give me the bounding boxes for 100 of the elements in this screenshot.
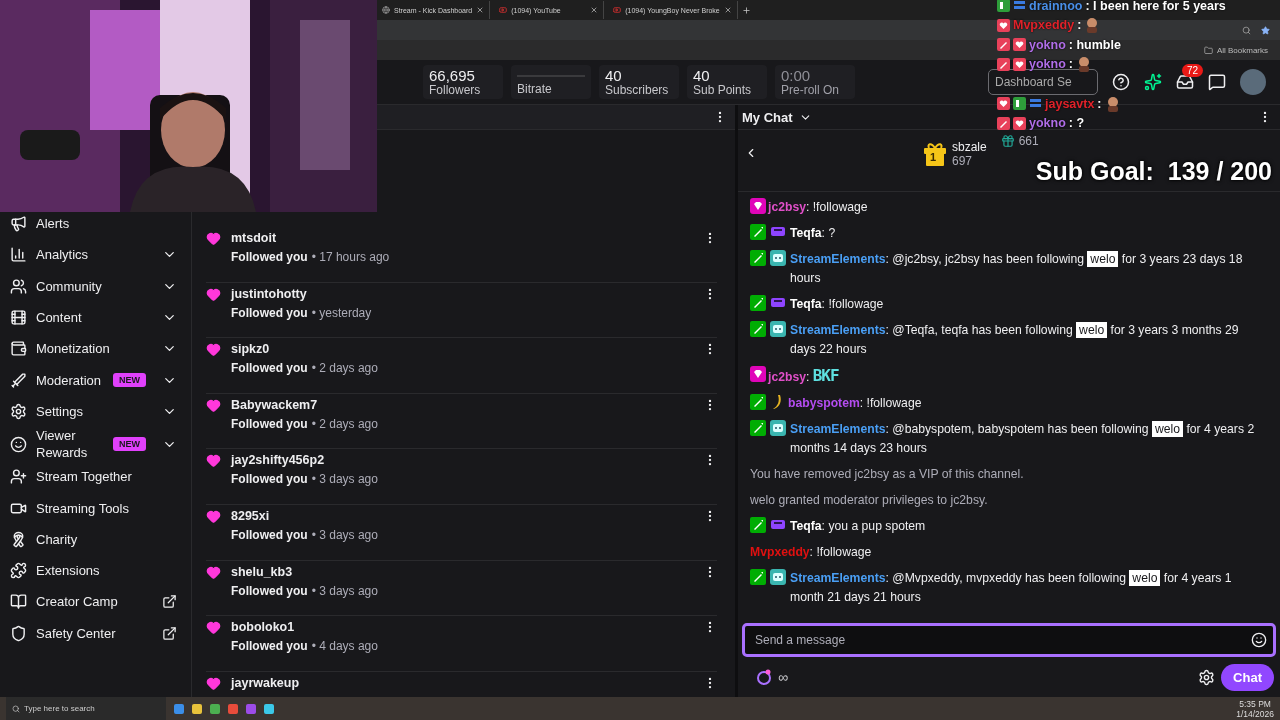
overlay-message: :	[1097, 96, 1102, 111]
stat-label: Bitrate	[517, 81, 553, 96]
close-icon[interactable]	[476, 6, 485, 14]
chat-title[interactable]: My Chat	[742, 109, 793, 125]
heart-icon	[206, 231, 221, 246]
overlay-message: : ?	[1068, 116, 1085, 130]
inbox-icon[interactable]	[1176, 73, 1194, 91]
gift-icon	[922, 141, 948, 167]
chat-button[interactable]: Chat	[1221, 663, 1274, 691]
taskbar-app-icon[interactable]	[210, 703, 220, 714]
taskbar-app-icon[interactable]	[228, 703, 238, 714]
tier-badge-icon	[997, 0, 1010, 12]
heart-icon	[206, 508, 221, 524]
nav-item[interactable]: Monetization	[0, 333, 191, 365]
add-person-icon	[10, 468, 27, 486]
follow-time: Followed you • 2 days ago	[231, 361, 378, 376]
overlay-username: jaysavtx	[1045, 96, 1095, 111]
close-icon[interactable]	[723, 6, 732, 14]
follower-name[interactable]: mtsdoit	[231, 231, 277, 245]
nav-item[interactable]: Alerts	[0, 208, 191, 240]
follower-name[interactable]: Babywackem7	[231, 397, 318, 412]
help-icon[interactable]	[1112, 73, 1130, 91]
taskbar-search[interactable]: Type here to search	[6, 697, 166, 720]
ribbon-icon	[10, 530, 27, 548]
nav-item[interactable]: Moderation NEW	[0, 364, 191, 396]
follower-name[interactable]: jayrwakeup	[231, 675, 300, 690]
close-icon[interactable]	[590, 6, 599, 14]
overlay-username: yokno	[1029, 37, 1066, 52]
new-tab-icon[interactable]	[741, 5, 751, 15]
rank-number: 1	[930, 152, 937, 163]
sword-badge-icon	[750, 394, 766, 410]
sword-badge-icon	[997, 38, 1010, 51]
taskbar-app-icon[interactable]	[192, 703, 202, 714]
avatar[interactable]	[1240, 69, 1266, 95]
tier-badge-icon	[1013, 97, 1026, 110]
follower-name[interactable]: 8295xi	[231, 508, 270, 523]
stat-value: 40	[693, 67, 711, 83]
heart-icon	[206, 564, 221, 580]
chat-bubble-icon[interactable]	[1208, 73, 1226, 91]
follow-time: Followed you • 3 days ago	[231, 472, 378, 487]
bookmarks-label[interactable]: All Bookmarks	[1216, 45, 1268, 55]
gift-count: 697	[952, 154, 973, 168]
video-icon	[499, 6, 508, 14]
nav-item[interactable]: Creator Camp	[0, 586, 191, 618]
overlay-message: :	[1077, 18, 1082, 32]
chart-icon	[10, 246, 27, 264]
message-field[interactable]: Send a message	[742, 623, 1276, 657]
stat-value: 40	[605, 67, 623, 83]
follower-name[interactable]: boboloko1	[231, 620, 295, 635]
nav-item[interactable]: Viewer Rewards NEW	[0, 427, 191, 462]
gift-count: 661	[1018, 134, 1039, 148]
gifter-name: sbzale	[952, 140, 987, 154]
follower-name[interactable]: sipkz0	[231, 342, 270, 357]
follower-name[interactable]: justintohotty	[231, 286, 307, 301]
settings-icon	[10, 402, 27, 420]
taskbar-clock[interactable]: 5:35 PM 1/14/2026	[1236, 698, 1274, 719]
chat-message: Mvpxeddy: !followage	[750, 544, 873, 561]
nav-item[interactable]: Settings	[0, 395, 191, 428]
external-link-icon	[162, 594, 177, 610]
taskbar-app-icon[interactable]	[174, 703, 184, 714]
overlay-message: : humble	[1068, 37, 1121, 52]
heart-icon	[206, 397, 221, 413]
heart-icon	[206, 286, 221, 302]
nav-item[interactable]: Analytics	[0, 239, 191, 271]
follow-time: Followed you • 3 days ago	[231, 583, 378, 598]
chat-message: StreamElements: @jc2bsy, jc2bsy has been following welo for 3 years 23 days 18 hours	[790, 250, 1244, 287]
points-icon[interactable]	[756, 669, 772, 685]
nav-item[interactable]: Extensions	[0, 554, 191, 587]
follower-name[interactable]: jay2shifty456p2	[231, 453, 325, 468]
gift-icon	[1000, 134, 1015, 148]
follow-time: Followed you • yesterday	[231, 305, 372, 320]
nav-item[interactable]: Safety Center	[0, 617, 191, 649]
tag-badge-icon	[770, 517, 786, 531]
follower-name[interactable]: shelu_kb3	[231, 564, 293, 579]
zoom-icon[interactable]	[1242, 25, 1251, 35]
nav-item[interactable]: Charity	[0, 523, 191, 555]
follow-time: Followed you • 17 hours ago	[231, 250, 390, 264]
robot-badge-icon	[770, 250, 786, 266]
sparkle-icon[interactable]	[1144, 73, 1162, 91]
chat-message: Teqfa: !followage	[790, 296, 885, 313]
overlay-username: drainnoo	[1029, 0, 1083, 13]
chat-message: jc2bsy: BKF	[768, 366, 840, 387]
nav-item[interactable]: Content	[0, 301, 191, 334]
star-icon[interactable]	[1261, 25, 1270, 35]
nav-item[interactable]: Streaming Tools	[0, 492, 191, 524]
heart-badge-icon	[1013, 38, 1026, 51]
chat-message: StreamElements: @babyspotem, babyspotem has been following welo for 4 years 2 months 14 days 23 hours	[790, 420, 1256, 457]
robot-badge-icon	[770, 321, 786, 337]
nav-item[interactable]: Community	[0, 270, 191, 302]
stat-label: Sub Points	[693, 82, 753, 97]
sword-badge-icon	[750, 250, 766, 266]
chat-message: Teqfa: ?	[790, 225, 837, 242]
robot-badge-icon	[770, 420, 786, 436]
shield-icon	[10, 624, 27, 642]
emoji-icon[interactable]	[1251, 632, 1267, 648]
nav-item[interactable]: Stream Together	[0, 461, 191, 493]
taskbar-app-icon[interactable]	[264, 703, 274, 714]
puzzle-icon	[10, 562, 27, 580]
settings-icon[interactable]	[1198, 668, 1216, 686]
follow-time: Followed you • 3 days ago	[231, 527, 378, 542]
